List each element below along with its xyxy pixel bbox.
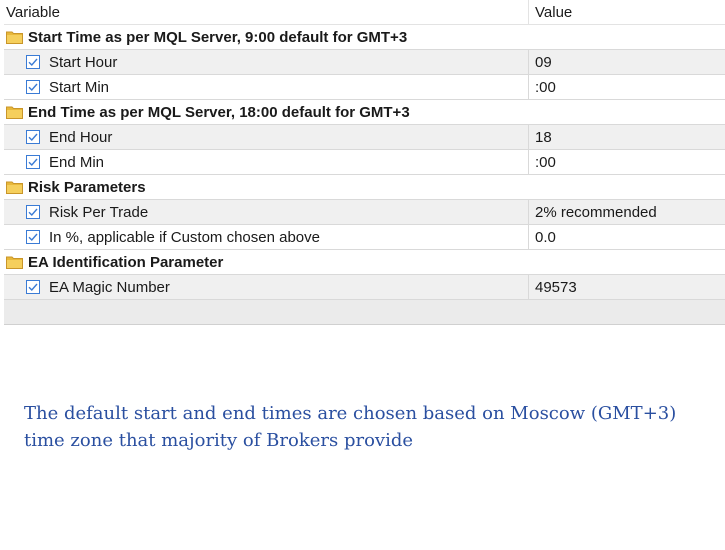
folder-icon bbox=[6, 106, 23, 119]
folder-icon bbox=[6, 181, 23, 194]
param-name: Start Hour bbox=[49, 53, 118, 71]
param-value[interactable]: 18 bbox=[528, 125, 725, 149]
param-name: End Hour bbox=[49, 128, 113, 146]
parameters-grid: Variable Value Start Time as per MQL Ser… bbox=[4, 0, 725, 325]
param-name: End Min bbox=[49, 153, 105, 171]
group-title: EA Identification Parameter bbox=[28, 253, 224, 271]
param-value[interactable]: 49573 bbox=[528, 275, 725, 299]
param-row-end-hour[interactable]: End Hour 18 bbox=[4, 125, 725, 150]
param-row-ea-magic-number[interactable]: EA Magic Number 49573 bbox=[4, 275, 725, 300]
checkbox-checked-icon[interactable] bbox=[26, 80, 40, 94]
explanation-note: The default start and end times are chos… bbox=[24, 403, 677, 451]
param-row-risk-per-trade[interactable]: Risk Per Trade 2% recommended bbox=[4, 200, 725, 225]
folder-icon bbox=[6, 256, 23, 269]
group-risk-parameters[interactable]: Risk Parameters bbox=[4, 175, 725, 200]
grid-header: Variable Value bbox=[4, 0, 725, 25]
param-name: EA Magic Number bbox=[49, 278, 170, 296]
column-header-value[interactable]: Value bbox=[528, 0, 725, 24]
checkbox-checked-icon[interactable] bbox=[26, 55, 40, 69]
checkbox-checked-icon[interactable] bbox=[26, 280, 40, 294]
param-row-custom-percent[interactable]: In %, applicable if Custom chosen above … bbox=[4, 225, 725, 250]
folder-icon bbox=[6, 31, 23, 44]
group-title: Start Time as per MQL Server, 9:00 defau… bbox=[28, 28, 408, 46]
param-value[interactable]: :00 bbox=[528, 75, 725, 99]
group-title: Risk Parameters bbox=[28, 178, 146, 196]
checkbox-checked-icon[interactable] bbox=[26, 205, 40, 219]
column-header-variable[interactable]: Variable bbox=[4, 0, 528, 24]
param-name: Start Min bbox=[49, 78, 110, 96]
param-row-end-min[interactable]: End Min :00 bbox=[4, 150, 725, 175]
param-value[interactable]: 0.0 bbox=[528, 225, 725, 249]
param-value[interactable]: 2% recommended bbox=[528, 200, 725, 224]
param-row-start-hour[interactable]: Start Hour 09 bbox=[4, 50, 725, 75]
param-value[interactable]: 09 bbox=[528, 50, 725, 74]
param-row-start-min[interactable]: Start Min :00 bbox=[4, 75, 725, 100]
group-start-time[interactable]: Start Time as per MQL Server, 9:00 defau… bbox=[4, 25, 725, 50]
param-name: Risk Per Trade bbox=[49, 203, 149, 221]
group-end-time[interactable]: End Time as per MQL Server, 18:00 defaul… bbox=[4, 100, 725, 125]
checkbox-checked-icon[interactable] bbox=[26, 230, 40, 244]
checkbox-checked-icon[interactable] bbox=[26, 130, 40, 144]
checkbox-checked-icon[interactable] bbox=[26, 155, 40, 169]
param-name: In %, applicable if Custom chosen above bbox=[49, 228, 320, 246]
group-ea-identification[interactable]: EA Identification Parameter bbox=[4, 250, 725, 275]
group-title: End Time as per MQL Server, 18:00 defaul… bbox=[28, 103, 410, 121]
empty-row bbox=[4, 300, 725, 325]
param-value[interactable]: :00 bbox=[528, 150, 725, 174]
